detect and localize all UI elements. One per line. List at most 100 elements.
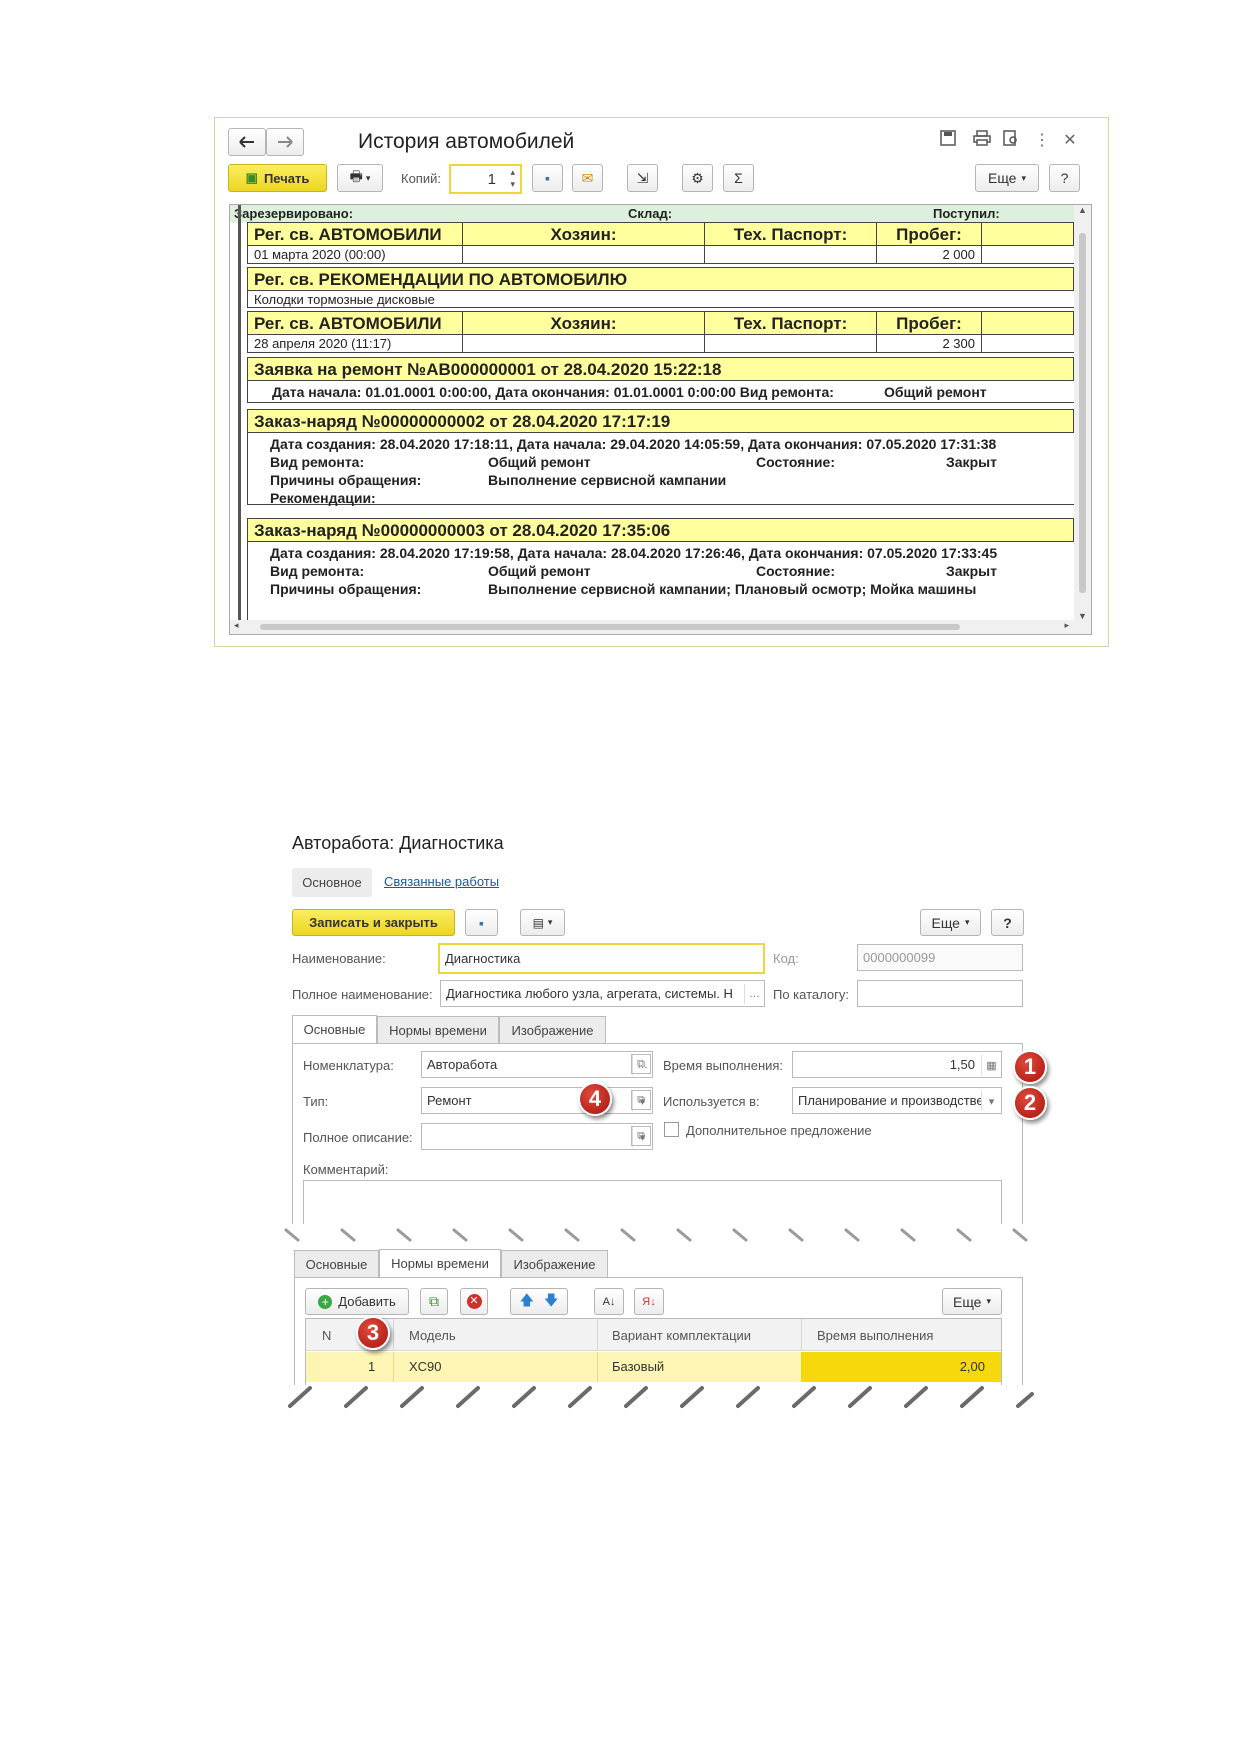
callout-2: 2 [1013, 1086, 1047, 1120]
back-button[interactable] [228, 128, 266, 156]
tab-time-norms[interactable]: Нормы времени [377, 1016, 499, 1043]
save-button[interactable]: ▪ [465, 909, 498, 936]
print-icon[interactable] [972, 130, 992, 151]
arrow-right-icon [278, 136, 293, 148]
arrow-down-icon[interactable]: 🡇 [544, 1290, 558, 1314]
scrollbar-thumb[interactable] [260, 624, 960, 630]
actions-menu-button[interactable]: ▤ ▾ [520, 909, 565, 936]
more-button[interactable]: Еще ▾ [920, 909, 981, 936]
comment-textarea[interactable] [303, 1180, 1002, 1228]
tab-related-works[interactable]: Связанные работы [384, 874, 499, 889]
scroll-left-icon[interactable]: ◂ [234, 620, 239, 631]
comment-label: Комментарий: [303, 1162, 389, 1177]
name-input[interactable]: Диагностика [438, 943, 765, 974]
norms-more-button[interactable]: Еще ▾ [942, 1288, 1002, 1315]
sort-asc-button[interactable]: А↓ [594, 1288, 624, 1315]
save-and-close-button[interactable]: Записать и закрыть [292, 909, 455, 936]
state-label: Состояние: [756, 563, 835, 579]
help-button[interactable]: ? [991, 909, 1024, 936]
arrow-up-icon[interactable]: 🡅 [520, 1290, 534, 1314]
sort-desc-icon: Я↓ [642, 1295, 656, 1308]
calculator-icon[interactable]: ▦ [981, 1055, 1001, 1075]
report-area[interactable]: Зарезервировано: Склад: Поступил: Рег. с… [229, 204, 1092, 635]
tab-basic[interactable]: Основные [294, 1250, 379, 1277]
open-ellipsis-icon[interactable]: … [744, 984, 764, 1004]
full-description-select[interactable]: ▾ [421, 1123, 653, 1150]
used-in-select[interactable]: Планирование и производстве ▾ [792, 1087, 1002, 1114]
help-button[interactable]: ? [1049, 164, 1080, 192]
email-button[interactable]: ✉ [572, 164, 603, 192]
torn-edge-bottom [288, 1386, 1034, 1408]
save-button[interactable]: ▪ [532, 164, 563, 192]
scroll-up-icon[interactable]: ▲ [1078, 205, 1087, 215]
warehouse-label: Склад: [628, 206, 673, 221]
row-n: 1 [368, 1359, 376, 1374]
preview-icon[interactable] [1001, 130, 1021, 151]
section-title: Заказ-наряд №00000000003 от 28.04.2020 1… [254, 521, 671, 540]
horizontal-scrollbar[interactable]: ◂ ▸ [230, 620, 1091, 634]
scrollbar-thumb[interactable] [1079, 233, 1086, 593]
add-button[interactable]: + Добавить [305, 1288, 409, 1315]
col-model[interactable]: Модель [409, 1328, 456, 1343]
delete-button[interactable]: ✕ [460, 1288, 488, 1315]
chevron-down-icon: ▾ [1021, 172, 1027, 183]
catalog-input[interactable] [857, 980, 1023, 1007]
move-buttons[interactable]: 🡅 🡇 [510, 1288, 568, 1315]
repair-type-label: Вид ремонта: [270, 454, 365, 470]
copies-spinner[interactable]: ▴ ▾ [510, 166, 515, 190]
norms-table: N Модель Вариант комплектации Время выпо… [305, 1318, 1002, 1385]
callout-4: 4 [578, 1082, 612, 1116]
type-select[interactable]: Ремонт ▾ [421, 1087, 653, 1114]
open-link-icon[interactable]: ⧉ [631, 1126, 651, 1146]
chevron-down-icon[interactable]: ▾ [981, 1091, 1001, 1111]
col-variant[interactable]: Вариант комплектации [612, 1328, 751, 1343]
time-input[interactable]: 1,50 ▦ [792, 1051, 1002, 1078]
col-n[interactable]: N [322, 1328, 331, 1343]
print-button-label: Печать [263, 170, 310, 186]
repair-type-value: Общий ремонт [488, 563, 591, 579]
vertical-scrollbar[interactable]: ▲ ▼ [1074, 205, 1091, 621]
row-time-cell[interactable]: 2,00 [801, 1352, 1001, 1382]
more-button[interactable]: Еще ▾ [975, 164, 1039, 192]
type-value: Ремонт [427, 1093, 472, 1108]
settings-button[interactable]: ⚙ [682, 164, 713, 192]
name-label: Наименование: [292, 951, 386, 966]
repair-type-value: Общий ремонт [884, 384, 987, 400]
owner-column: Хозяин: [463, 223, 705, 245]
section-work-order-header: Заказ-наряд №00000000003 от 28.04.2020 1… [247, 518, 1074, 542]
close-icon[interactable]: ✕ [1060, 130, 1080, 150]
code-input[interactable]: 0000000099 [857, 944, 1023, 971]
forward-button[interactable] [266, 128, 304, 156]
section-repair-request-header: Заявка на ремонт №АВ000000001 от 28.04.2… [247, 357, 1074, 381]
sort-desc-button[interactable]: Я↓ [634, 1288, 664, 1315]
export-button[interactable]: ⇲ [627, 164, 658, 192]
tab-image[interactable]: Изображение [499, 1016, 606, 1043]
more-button-label: Еще [952, 1293, 982, 1310]
nomenclature-value: Авторабота [427, 1057, 498, 1072]
copies-input[interactable]: 1 ▴ ▾ [449, 164, 522, 194]
open-link-icon[interactable]: ⧉ [631, 1054, 651, 1074]
copy-button[interactable]: ⧉ [420, 1288, 448, 1315]
export-icon: ⇲ [636, 169, 649, 186]
tab-time-norms[interactable]: Нормы времени [379, 1249, 501, 1277]
scroll-right-icon[interactable]: ▸ [1064, 620, 1069, 631]
print-menu-button[interactable]: 🖶 ▾ [337, 164, 383, 192]
nomenclature-label: Номенклатура: [303, 1058, 394, 1073]
section-repair-request-row: Дата начала: 01.01.0001 0:00:00, Дата ок… [247, 381, 1074, 403]
more-button-label: Еще [931, 914, 960, 931]
request-dates: Дата начала: 01.01.0001 0:00:00, Дата ок… [272, 384, 834, 400]
tab-image[interactable]: Изображение [501, 1250, 608, 1277]
section-cars-row: 01 марта 2020 (00:00) 2 000 [247, 246, 1074, 264]
table-row[interactable]: 1 XC90 Базовый 2,00 [306, 1352, 1001, 1382]
print-button[interactable]: ▣ Печать [228, 164, 327, 192]
sum-button[interactable]: Σ [723, 164, 754, 192]
col-time[interactable]: Время выполнения [817, 1328, 933, 1343]
tab-basic[interactable]: Основные [292, 1015, 377, 1043]
full-name-input[interactable]: Диагностика любого узла, агрегата, систе… [440, 980, 765, 1007]
open-link-icon[interactable]: ⧉ [631, 1090, 651, 1110]
extra-offer-checkbox[interactable] [664, 1122, 679, 1137]
more-vertical-icon[interactable]: ⋮ [1032, 130, 1052, 150]
tab-main[interactable]: Основное [292, 868, 372, 897]
nomenclature-input[interactable]: Авторабота … [421, 1051, 653, 1078]
save-icon[interactable] [938, 130, 958, 151]
